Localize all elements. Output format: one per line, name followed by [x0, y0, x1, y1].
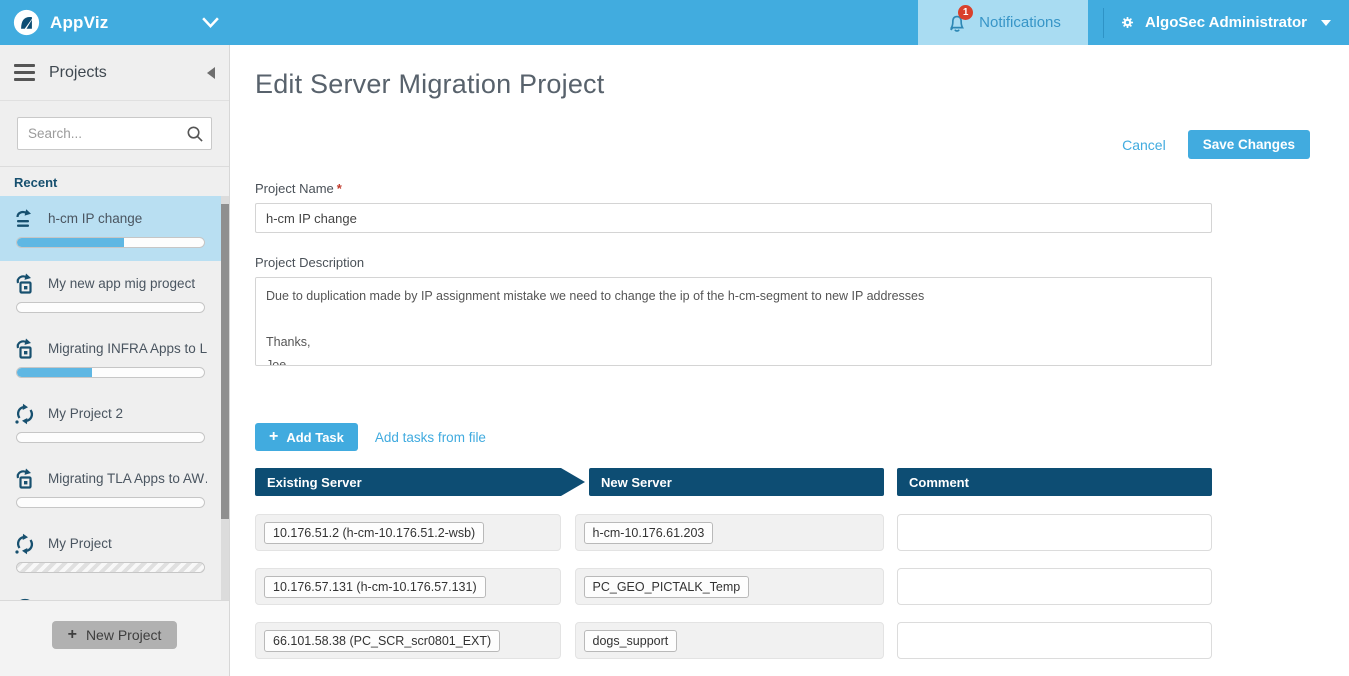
topbar-divider — [1103, 8, 1104, 38]
notifications-button[interactable]: 1 Notifications — [918, 0, 1088, 45]
server-chip[interactable]: 10.176.51.2 (h-cm-10.176.51.2-wsb) — [264, 522, 484, 544]
project-form: Project Name* Project Description Due to… — [255, 181, 1212, 659]
existing-server-header: Existing Server — [255, 468, 585, 496]
project-name: My new app mig progect — [48, 276, 195, 291]
topbar: AppViz 1 Notifications — [0, 0, 1349, 45]
brand-name: AppViz — [50, 13, 109, 33]
comment-input[interactable] — [897, 514, 1212, 551]
new-project-label: New Project — [86, 627, 161, 643]
task-table-header: Existing Server New Server Comment — [255, 468, 1212, 496]
caret-down-icon — [1321, 20, 1331, 26]
migrate-box-icon — [14, 468, 36, 490]
project-item-my-project[interactable]: My Project — [0, 521, 229, 586]
project-list: h-cm IP change My new app mig progect — [0, 196, 229, 600]
project-progress-bar — [16, 367, 205, 378]
sidebar-search — [0, 101, 229, 166]
project-name-input[interactable] — [255, 203, 1212, 233]
new-server-header: New Server — [589, 468, 884, 496]
project-description-label: Project Description — [255, 255, 1212, 270]
project-name: My Project — [48, 536, 112, 551]
refresh-dots-icon — [14, 403, 36, 425]
sidebar-scrollbar-thumb[interactable] — [221, 204, 229, 519]
sidebar-footer: + New Project — [0, 600, 229, 676]
notifications-label: Notifications — [979, 14, 1061, 31]
project-description-textarea[interactable]: Due to duplication made by IP assignment… — [255, 277, 1212, 366]
existing-server-field[interactable]: 66.101.58.38 (PC_SCR_scr0801_EXT) — [255, 622, 561, 659]
project-item-my-new-app-mig-progect[interactable]: My new app mig progect — [0, 261, 229, 326]
project-item-my-project-2[interactable]: My Project 2 — [0, 391, 229, 456]
table-row: 10.176.51.2 (h-cm-10.176.51.2-wsb) h-cm-… — [255, 514, 1212, 551]
refresh-dots-icon — [14, 533, 36, 555]
project-progress-bar — [16, 562, 205, 573]
project-name-label: Project Name* — [255, 181, 1212, 196]
comment-input[interactable] — [897, 568, 1212, 605]
project-progress-bar — [16, 302, 205, 313]
recent-section-label: Recent — [0, 166, 229, 196]
task-table-rows: 10.176.51.2 (h-cm-10.176.51.2-wsb) h-cm-… — [255, 514, 1212, 659]
existing-server-field[interactable]: 10.176.51.2 (h-cm-10.176.51.2-wsb) — [255, 514, 561, 551]
existing-server-field[interactable]: 10.176.57.131 (h-cm-10.176.57.131) — [255, 568, 561, 605]
appviz-logo-icon — [13, 9, 40, 36]
page-title: Edit Server Migration Project — [255, 69, 1310, 100]
plus-icon: + — [269, 429, 278, 445]
add-tasks-from-file-link[interactable]: Add tasks from file — [375, 430, 486, 445]
project-item-migrating-tla-apps[interactable]: Migrating TLA Apps to AW… — [0, 456, 229, 521]
user-menu[interactable]: AlgoSec Administrator — [1119, 14, 1331, 31]
search-input[interactable] — [17, 117, 212, 150]
plus-icon: + — [68, 627, 77, 643]
project-name: Migrating TLA Apps to AW… — [48, 471, 207, 486]
new-server-field[interactable]: PC_GEO_PICTALK_Temp — [575, 568, 884, 605]
decommission-icon — [14, 598, 36, 601]
comment-input[interactable] — [897, 622, 1212, 659]
new-project-button[interactable]: + New Project — [52, 621, 178, 649]
table-row: 10.176.57.131 (h-cm-10.176.57.131) PC_GE… — [255, 568, 1212, 605]
required-asterisk: * — [337, 181, 342, 196]
project-name-label-text: Project Name — [255, 181, 334, 196]
project-item-decommission-bbt0101[interactable]: Decommission of bbt0101 — [0, 586, 229, 600]
sidebar-title: Projects — [49, 64, 107, 82]
topbar-right: 1 Notifications AlgoSec Administrato — [918, 0, 1349, 45]
project-name: Migrating INFRA Apps to L… — [48, 341, 207, 356]
table-row: 66.101.58.38 (PC_SCR_scr0801_EXT) dogs_s… — [255, 622, 1212, 659]
appviz-menu[interactable]: AppViz — [13, 9, 109, 36]
add-task-button[interactable]: + Add Task — [255, 423, 358, 451]
server-chip[interactable]: 66.101.58.38 (PC_SCR_scr0801_EXT) — [264, 630, 500, 652]
project-progress-bar — [16, 432, 205, 443]
server-chip[interactable]: PC_GEO_PICTALK_Temp — [584, 576, 750, 598]
user-menu-label: AlgoSec Administrator — [1145, 14, 1307, 31]
project-item-migrating-infra-apps[interactable]: Migrating INFRA Apps to L… — [0, 326, 229, 391]
project-name: h-cm IP change — [48, 211, 142, 226]
gear-icon — [1119, 14, 1136, 31]
project-progress-bar — [16, 237, 205, 248]
hamburger-menu-icon[interactable] — [14, 64, 35, 81]
form-actions: Cancel Save Changes — [255, 130, 1310, 159]
sidebar-scrollbar[interactable] — [221, 196, 229, 600]
server-chip[interactable]: 10.176.57.131 (h-cm-10.176.57.131) — [264, 576, 486, 598]
migrate-lines-icon — [14, 208, 36, 230]
save-changes-button[interactable]: Save Changes — [1188, 130, 1310, 159]
new-server-field[interactable]: dogs_support — [575, 622, 884, 659]
add-task-label: Add Task — [286, 430, 344, 445]
chevron-down-icon[interactable] — [201, 16, 220, 29]
projects-sidebar: Projects Recent — [0, 45, 230, 676]
notification-count-badge: 1 — [958, 5, 973, 20]
migrate-box-icon — [14, 338, 36, 360]
project-name: My Project 2 — [48, 406, 123, 421]
comment-header: Comment — [897, 468, 1212, 496]
sidebar-header: Projects — [0, 45, 229, 101]
new-server-field[interactable]: h-cm-10.176.61.203 — [575, 514, 884, 551]
task-actions: + Add Task Add tasks from file — [255, 423, 1212, 451]
server-chip[interactable]: h-cm-10.176.61.203 — [584, 522, 714, 544]
main-content: Edit Server Migration Project Cancel Sav… — [230, 45, 1349, 676]
search-icon[interactable] — [185, 124, 204, 148]
project-item-h-cm-ip-change[interactable]: h-cm IP change — [0, 196, 229, 261]
sidebar-collapse-icon[interactable] — [207, 67, 215, 79]
migrate-box-icon — [14, 273, 36, 295]
bell-icon: 1 — [945, 11, 969, 35]
cancel-button[interactable]: Cancel — [1122, 137, 1166, 153]
project-progress-bar — [16, 497, 205, 508]
server-chip[interactable]: dogs_support — [584, 630, 678, 652]
